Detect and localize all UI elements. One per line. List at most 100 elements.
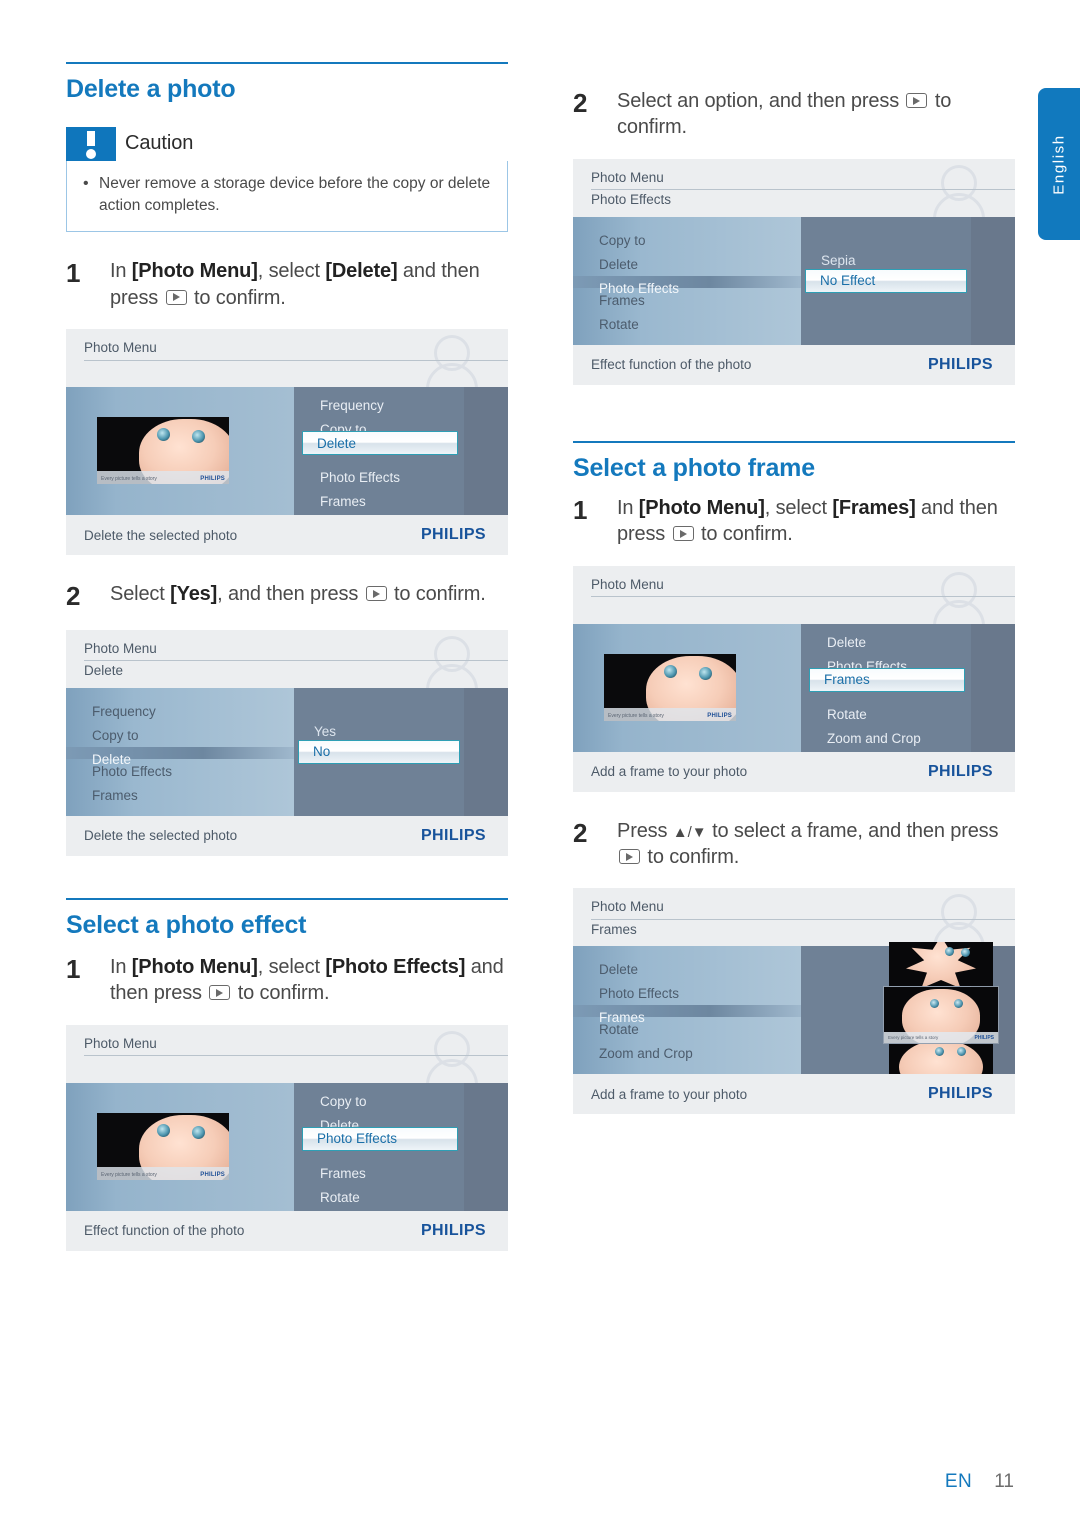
step-text-a: Select bbox=[110, 583, 171, 606]
menu-item[interactable]: Delete bbox=[599, 252, 801, 276]
step-number: 1 bbox=[66, 954, 81, 985]
philips-logo: PHILIPS bbox=[420, 826, 486, 844]
page-footer: EN 11 bbox=[945, 1471, 1014, 1493]
photo-caption: Every picture tells a story PHILIPS bbox=[604, 707, 736, 721]
frame-thumbnail-selected[interactable]: Every picture tells a story PHILIPS bbox=[884, 987, 998, 1044]
menu-item[interactable]: Frames bbox=[599, 288, 801, 312]
up-down-arrows-icon: ▲/▼ bbox=[672, 823, 707, 841]
caution-icon bbox=[66, 126, 116, 161]
menu-item[interactable]: Rotate bbox=[827, 702, 971, 726]
play-button-icon bbox=[619, 849, 640, 865]
frames-preview-pane: Every picture tells a story PHILIPS bbox=[801, 942, 998, 1089]
play-button-icon bbox=[906, 93, 928, 108]
screenshot-effects-menu: Photo Menu Every picture tells a story P… bbox=[66, 1024, 508, 1251]
screenshot-delete-confirm: Photo Menu Delete Frequency Copy to Dele… bbox=[66, 629, 508, 856]
language-tab: English bbox=[1038, 88, 1080, 240]
footer-language-code: EN bbox=[944, 1471, 973, 1492]
menu-item[interactable]: Delete bbox=[827, 630, 971, 654]
philips-logo: PHILIPS bbox=[927, 355, 993, 373]
side-strip bbox=[971, 216, 1015, 345]
photo-thumbnail: Every picture tells a story PHILIPS bbox=[97, 1112, 229, 1180]
philips-logo: PHILIPS bbox=[420, 526, 486, 544]
screenshot-effects-options: Photo Menu Photo Effects Copy to Delete … bbox=[573, 158, 1015, 385]
menu-item-highlighted[interactable]: Delete bbox=[66, 746, 294, 766]
menu-item-highlighted[interactable]: Photo Effects bbox=[573, 275, 801, 295]
menu-item[interactable]: Photo Effects bbox=[320, 465, 464, 489]
play-button-icon bbox=[672, 526, 694, 542]
side-strip bbox=[971, 623, 1015, 752]
menu-item[interactable]: Zoom and Crop bbox=[827, 726, 971, 750]
step-text-a: In bbox=[617, 497, 639, 520]
menu-pane: Copy to Delete x Frames Rotate Photo Eff… bbox=[294, 1082, 464, 1211]
step-text-b2: [Frames] bbox=[832, 497, 916, 520]
page-title-select-a-photo-frame: Select a photo frame bbox=[573, 440, 1015, 484]
menu-pane: Delete Photo Effects x Rotate Zoom and C… bbox=[801, 623, 971, 752]
screen-hint: Add a frame to your photo bbox=[591, 764, 748, 780]
screen-body: Copy to Delete Photo Effects Frames Rota… bbox=[573, 216, 1015, 345]
menu-item[interactable]: Copy to bbox=[92, 723, 294, 747]
caution-list-item: • Never remove a storage device before t… bbox=[83, 173, 491, 218]
screen-header: Photo Menu bbox=[573, 566, 1015, 618]
menu-item-highlighted[interactable]: Frames bbox=[573, 1005, 801, 1025]
screen-hint: Effect function of the photo bbox=[591, 357, 752, 373]
menu-item[interactable]: Copy to bbox=[320, 1089, 464, 1113]
screen-subtitle bbox=[84, 1056, 508, 1076]
step-text-c: , select bbox=[257, 260, 326, 283]
menu-item[interactable]: Frames bbox=[320, 489, 464, 513]
screenshot-frames-options: Photo Menu Frames Delete Photo Effects F… bbox=[573, 888, 1015, 1115]
screen-title: Photo Menu bbox=[84, 340, 157, 356]
menu-item[interactable]: Frames bbox=[320, 1161, 464, 1185]
menu-item[interactable]: Frequency bbox=[320, 393, 464, 417]
step-effect-2: 2 Select an option, and then press to co… bbox=[573, 88, 1015, 141]
menu-item[interactable]: Copy to bbox=[599, 228, 801, 252]
menu-item[interactable]: Rotate bbox=[599, 1017, 801, 1041]
right-column: 2 Select an option, and then press to co… bbox=[573, 62, 1015, 1115]
selected-menu-item[interactable]: Frames bbox=[809, 667, 965, 692]
screen-footer: Add a frame to your photo PHILIPS bbox=[573, 751, 1015, 792]
screen-footer: Add a frame to your photo PHILIPS bbox=[573, 1074, 1015, 1115]
step-text: In [Photo Menu], select [Photo Effects] … bbox=[110, 954, 508, 1007]
step-text: Select [Yes], and then press to confirm. bbox=[110, 581, 486, 612]
screen-header: Photo Menu bbox=[66, 329, 508, 381]
frame-brand: PHILIPS bbox=[974, 1034, 994, 1041]
step-text-e: to confirm. bbox=[388, 583, 486, 606]
frame-caption: Every picture tells a story PHILIPS bbox=[884, 1032, 998, 1044]
selected-option[interactable]: No Effect bbox=[805, 268, 967, 293]
philips-logo: PHILIPS bbox=[420, 1221, 486, 1239]
menu-item[interactable]: Frames bbox=[92, 783, 294, 807]
selected-option[interactable]: No bbox=[298, 739, 460, 764]
screen-title: Photo Menu bbox=[591, 576, 664, 592]
menu-item[interactable]: Frequency bbox=[92, 699, 294, 723]
frame-thumbnail-list: Every picture tells a story PHILIPS bbox=[884, 942, 998, 1089]
step-text-a: In bbox=[110, 956, 132, 979]
screen-header: Photo Menu Photo Effects bbox=[573, 159, 1015, 211]
step-text-c: , select bbox=[257, 956, 326, 979]
menu-item[interactable]: Photo Effects bbox=[599, 981, 801, 1005]
step-text-b1: [Photo Menu] bbox=[131, 956, 258, 979]
menu-item[interactable]: Zoom and Crop bbox=[599, 1041, 801, 1065]
caution-title: Caution bbox=[125, 132, 194, 154]
screen-subtitle: Frames bbox=[591, 922, 637, 938]
menu-list: Copy to Delete Photo Effects Frames Rota… bbox=[573, 222, 801, 336]
selected-menu-item[interactable]: Delete bbox=[302, 431, 458, 456]
step-text-b2: [Delete] bbox=[325, 260, 398, 283]
page-title-select-a-photo-effect: Select a photo effect bbox=[66, 897, 508, 941]
frame-thumbnail-star[interactable] bbox=[889, 942, 993, 987]
selected-menu-item[interactable]: Photo Effects bbox=[302, 1126, 458, 1151]
play-button-icon bbox=[209, 985, 231, 1001]
photo-brand: PHILIPS bbox=[200, 476, 225, 483]
menu-item[interactable]: Delete bbox=[599, 957, 801, 981]
screen-footer: Effect function of the photo PHILIPS bbox=[66, 1210, 508, 1251]
left-column: Delete a photo Caution • Never remove a … bbox=[66, 62, 508, 1251]
preview-pane: Every picture tells a story PHILIPS bbox=[573, 623, 801, 752]
menu-item[interactable]: Photo Effects bbox=[92, 759, 294, 783]
screen-subtitle: Delete bbox=[84, 663, 124, 679]
options-pane: Yes x No bbox=[294, 687, 464, 816]
menu-item[interactable]: Rotate bbox=[599, 312, 801, 336]
photo-thumbnail: Every picture tells a story PHILIPS bbox=[604, 653, 736, 721]
screen-header: Photo Menu Delete bbox=[66, 630, 508, 682]
menu-item[interactable]: Rotate bbox=[320, 1185, 464, 1209]
screen-title: Photo Menu bbox=[591, 169, 664, 185]
preview-pane: Every picture tells a story PHILIPS bbox=[66, 387, 294, 516]
step-delete-2: 2 Select [Yes], and then press to confir… bbox=[66, 581, 508, 612]
